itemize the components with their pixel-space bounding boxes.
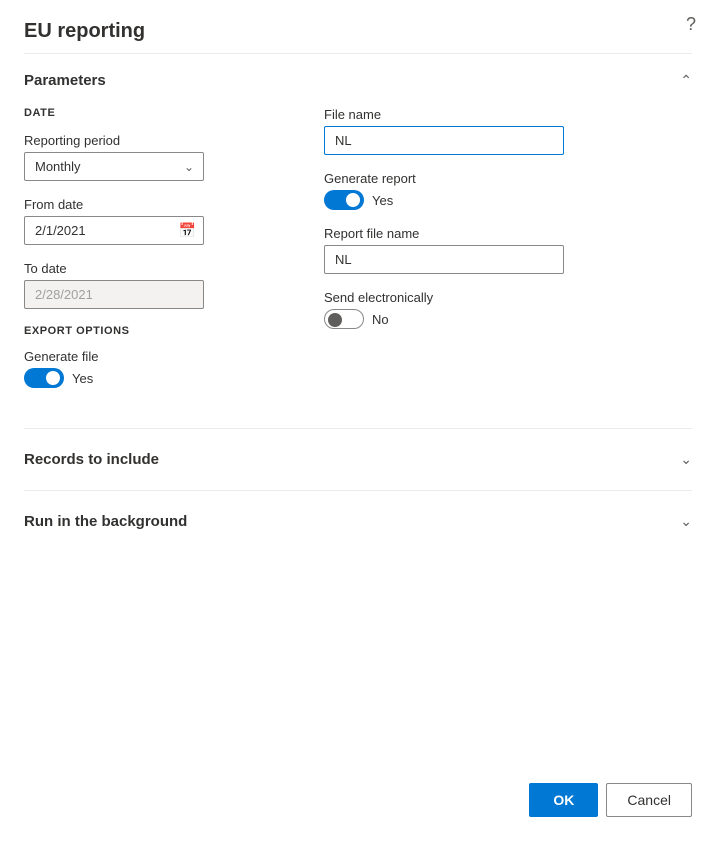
help-icon[interactable]: ?: [686, 14, 696, 35]
background-title: Run in the background: [24, 513, 187, 530]
ok-button[interactable]: OK: [529, 783, 598, 817]
file-name-label: File name: [324, 107, 692, 122]
reporting-period-select[interactable]: Monthly Daily Weekly Quarterly Yearly: [24, 152, 204, 181]
send-electronically-value: No: [372, 312, 389, 327]
from-date-label: From date: [24, 197, 284, 212]
background-chevron-icon: ⌄: [680, 513, 692, 530]
parameters-section: Parameters ⌃ DATE Reporting period Month…: [24, 53, 692, 428]
to-date-input-wrapper: [24, 280, 204, 309]
file-name-input[interactable]: [324, 126, 564, 155]
left-column: DATE Reporting period Monthly Daily Week…: [24, 107, 284, 404]
cancel-button[interactable]: Cancel: [606, 783, 692, 817]
send-electronically-toggle[interactable]: [324, 309, 364, 329]
report-file-name-value: NL: [324, 245, 564, 274]
generate-report-toggle[interactable]: [324, 190, 364, 210]
generate-report-value: Yes: [372, 193, 393, 208]
parameters-header[interactable]: Parameters ⌃: [24, 54, 692, 107]
send-electronically-label: Send electronically: [324, 290, 692, 305]
page-title: EU reporting: [0, 0, 716, 53]
parameters-content: DATE Reporting period Monthly Daily Week…: [24, 107, 692, 428]
send-electronically-toggle-thumb: [328, 313, 342, 327]
generate-file-toggle-thumb: [46, 371, 60, 385]
to-date-label: To date: [24, 261, 284, 276]
from-date-input-wrapper: 📅: [24, 216, 204, 245]
send-electronically-field: Send electronically No: [324, 290, 692, 329]
records-header[interactable]: Records to include ⌄: [24, 429, 692, 490]
records-chevron-icon: ⌄: [680, 451, 692, 468]
report-file-name-label: Report file name: [324, 226, 692, 241]
from-date-input[interactable]: [24, 216, 204, 245]
file-name-field: File name: [324, 107, 692, 155]
to-date-input: [24, 280, 204, 309]
records-title: Records to include: [24, 451, 159, 468]
from-date-calendar-icon[interactable]: 📅: [179, 222, 196, 239]
reporting-period-field: Reporting period Monthly Daily Weekly Qu…: [24, 133, 284, 181]
report-file-name-field: Report file name NL: [324, 226, 692, 274]
to-date-field: To date: [24, 261, 284, 309]
records-section: Records to include ⌄: [24, 428, 692, 490]
parameters-collapse-icon: ⌃: [680, 72, 692, 89]
generate-file-label: Generate file: [24, 349, 284, 364]
generate-file-toggle-row: Yes: [24, 368, 284, 388]
right-column: File name Generate report Yes Report fil…: [324, 107, 692, 404]
generate-report-field: Generate report Yes: [324, 171, 692, 210]
generate-report-toggle-row: Yes: [324, 190, 692, 210]
background-header[interactable]: Run in the background ⌄: [24, 491, 692, 552]
date-section-label: DATE: [24, 107, 284, 119]
generate-file-value: Yes: [72, 371, 93, 386]
parameters-columns: DATE Reporting period Monthly Daily Week…: [24, 107, 692, 404]
generate-file-toggle[interactable]: [24, 368, 64, 388]
reporting-period-select-wrapper: Monthly Daily Weekly Quarterly Yearly ⌄: [24, 152, 204, 181]
export-options-label: EXPORT OPTIONS: [24, 325, 284, 337]
generate-report-toggle-thumb: [346, 193, 360, 207]
generate-file-field: Generate file Yes: [24, 349, 284, 388]
background-section: Run in the background ⌄: [24, 490, 692, 552]
footer: OK Cancel: [529, 783, 692, 817]
send-electronically-toggle-row: No: [324, 309, 692, 329]
generate-report-label: Generate report: [324, 171, 692, 186]
reporting-period-label: Reporting period: [24, 133, 284, 148]
parameters-title: Parameters: [24, 72, 106, 89]
from-date-field: From date 📅: [24, 197, 284, 245]
